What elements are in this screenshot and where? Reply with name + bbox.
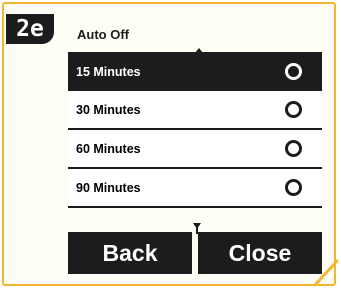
back-button[interactable]: Back <box>68 232 192 274</box>
radio-icon[interactable] <box>285 101 302 118</box>
radio-icon[interactable] <box>285 140 302 157</box>
corner-fold-icon <box>313 259 339 287</box>
option-list: 15 Minutes 30 Minutes 60 Minutes 90 Minu… <box>68 52 322 208</box>
button-row: Back Close <box>68 232 322 274</box>
close-button[interactable]: Close <box>198 232 322 274</box>
option-60-minutes[interactable]: 60 Minutes <box>68 130 322 169</box>
option-15-minutes[interactable]: 15 Minutes <box>68 52 322 91</box>
option-label: 90 Minutes <box>76 180 141 195</box>
radio-selected-icon[interactable] <box>285 63 302 80</box>
screen-title: Auto Off <box>77 27 129 42</box>
step-badge: 2e <box>6 14 54 44</box>
radio-icon[interactable] <box>285 179 302 196</box>
option-90-minutes[interactable]: 90 Minutes <box>68 169 322 208</box>
option-label: 60 Minutes <box>76 141 141 156</box>
option-label: 15 Minutes <box>76 64 141 79</box>
option-30-minutes[interactable]: 30 Minutes <box>68 91 322 130</box>
option-label: 30 Minutes <box>76 102 141 117</box>
